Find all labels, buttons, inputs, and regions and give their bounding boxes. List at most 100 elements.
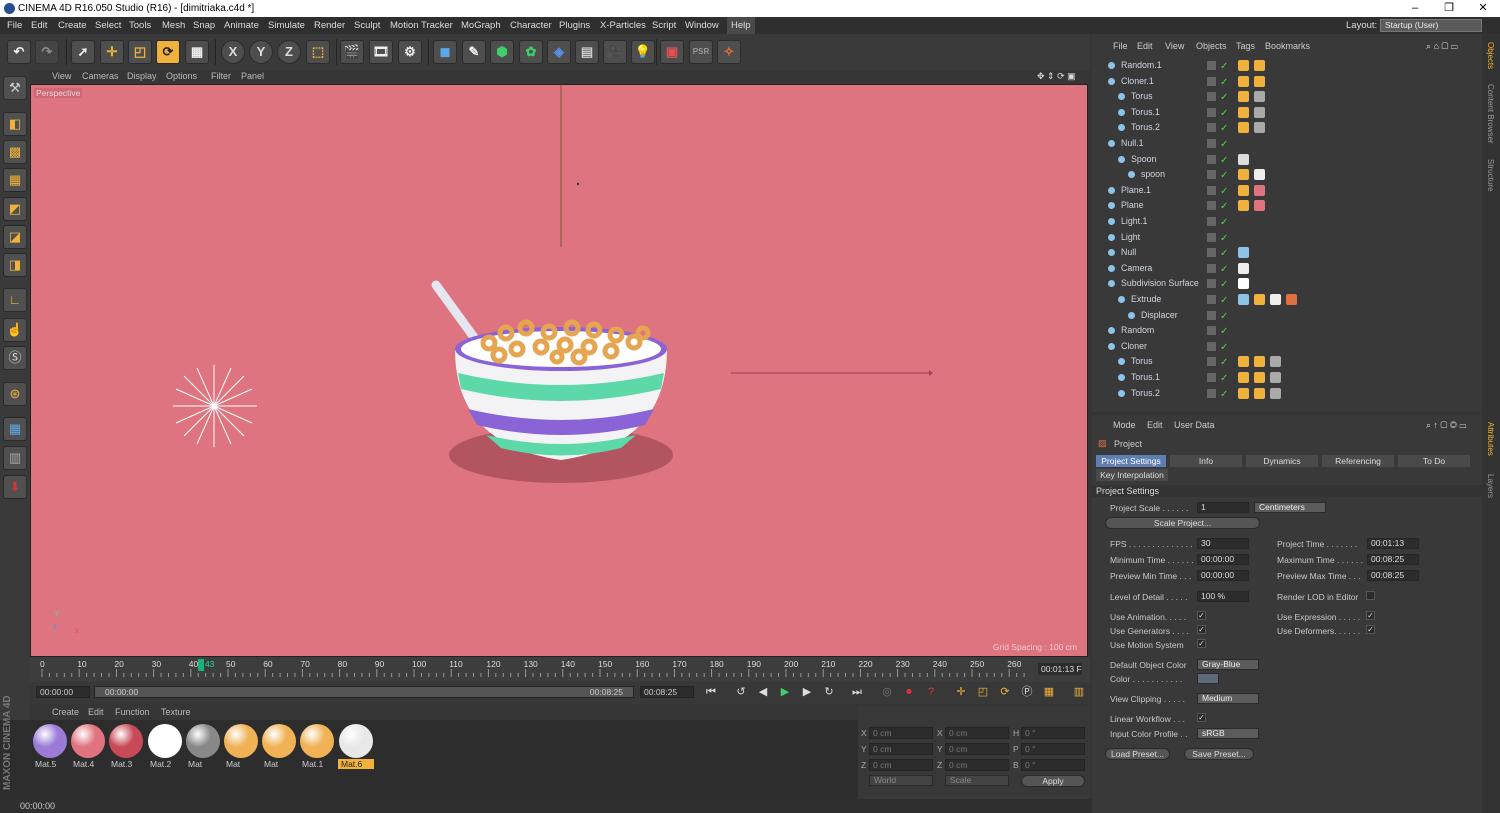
- material-item[interactable]: Mat.4: [70, 724, 106, 770]
- object-row[interactable]: Displacer ✓: [1092, 308, 1480, 323]
- object-row[interactable]: spoon ✓: [1092, 167, 1480, 182]
- visibility-toggle[interactable]: [1207, 154, 1216, 164]
- locked-workplane-icon[interactable]: ▥: [3, 446, 27, 470]
- move-icon[interactable]: ✛: [100, 40, 124, 64]
- menu-character[interactable]: Character: [510, 17, 552, 34]
- enabled-check-icon[interactable]: ✓: [1220, 168, 1228, 183]
- record-parameter-icon[interactable]: Ⓟ: [1018, 684, 1036, 701]
- enable-snap-icon[interactable]: ⊛: [3, 382, 27, 406]
- previous-frame-icon[interactable]: ◀: [754, 684, 772, 701]
- object-name[interactable]: Torus: [1131, 354, 1153, 369]
- object-name[interactable]: Random.1: [1121, 58, 1162, 73]
- load-preset-button[interactable]: Load Preset...: [1105, 748, 1170, 760]
- object-name[interactable]: Plane.1: [1121, 183, 1151, 198]
- x-axis-lock-button[interactable]: X: [221, 40, 245, 64]
- use-motion-system-checkbox[interactable]: ✓: [1197, 639, 1206, 648]
- menu-file[interactable]: File: [7, 17, 22, 34]
- object-name[interactable]: Null.1: [1121, 136, 1144, 151]
- side-tab-objects[interactable]: Objects: [1486, 42, 1495, 69]
- minimum-time-field[interactable]: 00:00:00: [1197, 554, 1249, 565]
- viewport-menu-cameras[interactable]: Cameras: [82, 71, 119, 81]
- enabled-check-icon[interactable]: ✓: [1220, 106, 1228, 121]
- keyframe-selection-icon[interactable]: ?: [922, 684, 940, 701]
- current-frame-marker[interactable]: [197, 659, 204, 671]
- menu-animate[interactable]: Animate: [224, 17, 259, 34]
- record-position-icon[interactable]: ✛: [952, 684, 970, 701]
- snap-icon[interactable]: ✧: [717, 40, 741, 64]
- object-tag-icon[interactable]: [1238, 372, 1249, 383]
- object-row[interactable]: Torus ✓: [1092, 354, 1480, 369]
- object-tag-icon[interactable]: [1254, 75, 1265, 87]
- enabled-check-icon[interactable]: ✓: [1220, 293, 1228, 308]
- menu-help[interactable]: Help: [727, 17, 755, 34]
- cube-icon[interactable]: ◼: [433, 40, 457, 64]
- object-name[interactable]: Torus.1: [1131, 370, 1160, 385]
- go-to-end-icon[interactable]: ⏭: [848, 684, 866, 701]
- objects-menu-file[interactable]: File: [1113, 41, 1128, 51]
- close-button[interactable]: ✕: [1466, 0, 1500, 17]
- side-tab-structure[interactable]: Structure: [1486, 159, 1495, 191]
- objects-search-icon[interactable]: ⌕ ⌂ ▢ ▭: [1426, 41, 1458, 52]
- visibility-toggle[interactable]: [1207, 185, 1216, 195]
- object-tag-icon[interactable]: [1238, 169, 1249, 181]
- z-axis-lock-button[interactable]: Z: [277, 40, 301, 64]
- workplane-mode-icon[interactable]: ▦: [3, 168, 27, 192]
- solo-mode-icon[interactable]: Ⓢ: [3, 346, 27, 370]
- object-name[interactable]: Torus: [1131, 89, 1153, 104]
- object-row[interactable]: Random.1 ✓: [1092, 58, 1480, 73]
- object-tag-icon[interactable]: [1254, 356, 1265, 368]
- object-name[interactable]: Extrude: [1131, 292, 1161, 307]
- object-tag-icon[interactable]: [1270, 356, 1281, 368]
- preview-range-slider[interactable]: 00:00:00 00:08:25: [94, 686, 634, 698]
- object-tag-icon[interactable]: [1254, 184, 1265, 196]
- menu-tools[interactable]: Tools: [129, 17, 151, 34]
- object-name[interactable]: Displacer: [1141, 308, 1178, 323]
- record-scale-icon[interactable]: ◰: [974, 684, 992, 701]
- objects-menu-bookmarks[interactable]: Bookmarks: [1265, 41, 1310, 51]
- object-row[interactable]: Light ✓: [1092, 230, 1480, 245]
- object-tag-icon[interactable]: [1270, 387, 1281, 399]
- side-tab-layers[interactable]: Layers: [1486, 474, 1495, 498]
- use-deformers-checkbox[interactable]: ✓: [1366, 625, 1375, 634]
- menu-sculpt[interactable]: Sculpt: [354, 17, 380, 34]
- object-row[interactable]: Torus ✓: [1092, 89, 1480, 104]
- enabled-check-icon[interactable]: ✓: [1220, 75, 1228, 90]
- next-key-icon[interactable]: ↻: [820, 684, 838, 701]
- menu-render[interactable]: Render: [314, 17, 345, 34]
- object-name[interactable]: Torus.2: [1131, 120, 1160, 135]
- end-time-field[interactable]: 00:08:25: [640, 686, 694, 698]
- minimize-button[interactable]: –: [1398, 0, 1432, 17]
- preview-max-time-field[interactable]: 00:08:25: [1367, 570, 1419, 581]
- enabled-check-icon[interactable]: ✓: [1220, 231, 1228, 246]
- tab-dynamics[interactable]: Dynamics: [1246, 455, 1318, 467]
- object-tag-icon[interactable]: [1238, 106, 1249, 118]
- texture-mode-icon[interactable]: ▩: [3, 140, 27, 164]
- objects-menu-tags[interactable]: Tags: [1236, 41, 1255, 51]
- recent-tools-icon[interactable]: ▦: [185, 40, 209, 64]
- material-menu-edit[interactable]: Edit: [88, 707, 104, 717]
- object-name[interactable]: Cloner.1: [1121, 74, 1154, 89]
- object-tag-icon[interactable]: [1238, 60, 1249, 71]
- apply-button[interactable]: Apply: [1021, 775, 1085, 787]
- enabled-check-icon[interactable]: ✓: [1220, 387, 1228, 402]
- object-row[interactable]: Plane ✓: [1092, 198, 1480, 213]
- material-menu-texture[interactable]: Texture: [161, 707, 191, 717]
- attr-menu-edit[interactable]: Edit: [1147, 420, 1163, 430]
- tab-to-do[interactable]: To Do: [1398, 455, 1470, 467]
- object-name[interactable]: Light: [1121, 230, 1140, 245]
- enabled-check-icon[interactable]: ✓: [1220, 184, 1228, 199]
- deformer-icon[interactable]: ◈: [547, 40, 571, 64]
- enabled-check-icon[interactable]: ✓: [1220, 90, 1228, 105]
- floor-icon[interactable]: ▤: [575, 40, 599, 64]
- object-row[interactable]: Cloner ✓: [1092, 339, 1480, 354]
- object-tag-icon[interactable]: [1270, 372, 1281, 383]
- visibility-toggle[interactable]: [1207, 107, 1216, 117]
- next-frame-icon[interactable]: ▶: [798, 684, 816, 701]
- position-z-field[interactable]: 0 cm: [869, 759, 933, 771]
- objects-menu-edit[interactable]: Edit: [1137, 41, 1153, 51]
- python-script-icon[interactable]: ⬇: [3, 475, 27, 499]
- material-item[interactable]: Mat: [223, 724, 259, 770]
- timeline-ruler[interactable]: 0 10 20 30 40 50 60 70 80 90 100 110 120 130 140 150 160…: [30, 657, 1090, 682]
- camera-icon[interactable]: 🎥: [603, 40, 627, 64]
- visibility-toggle[interactable]: [1207, 123, 1216, 133]
